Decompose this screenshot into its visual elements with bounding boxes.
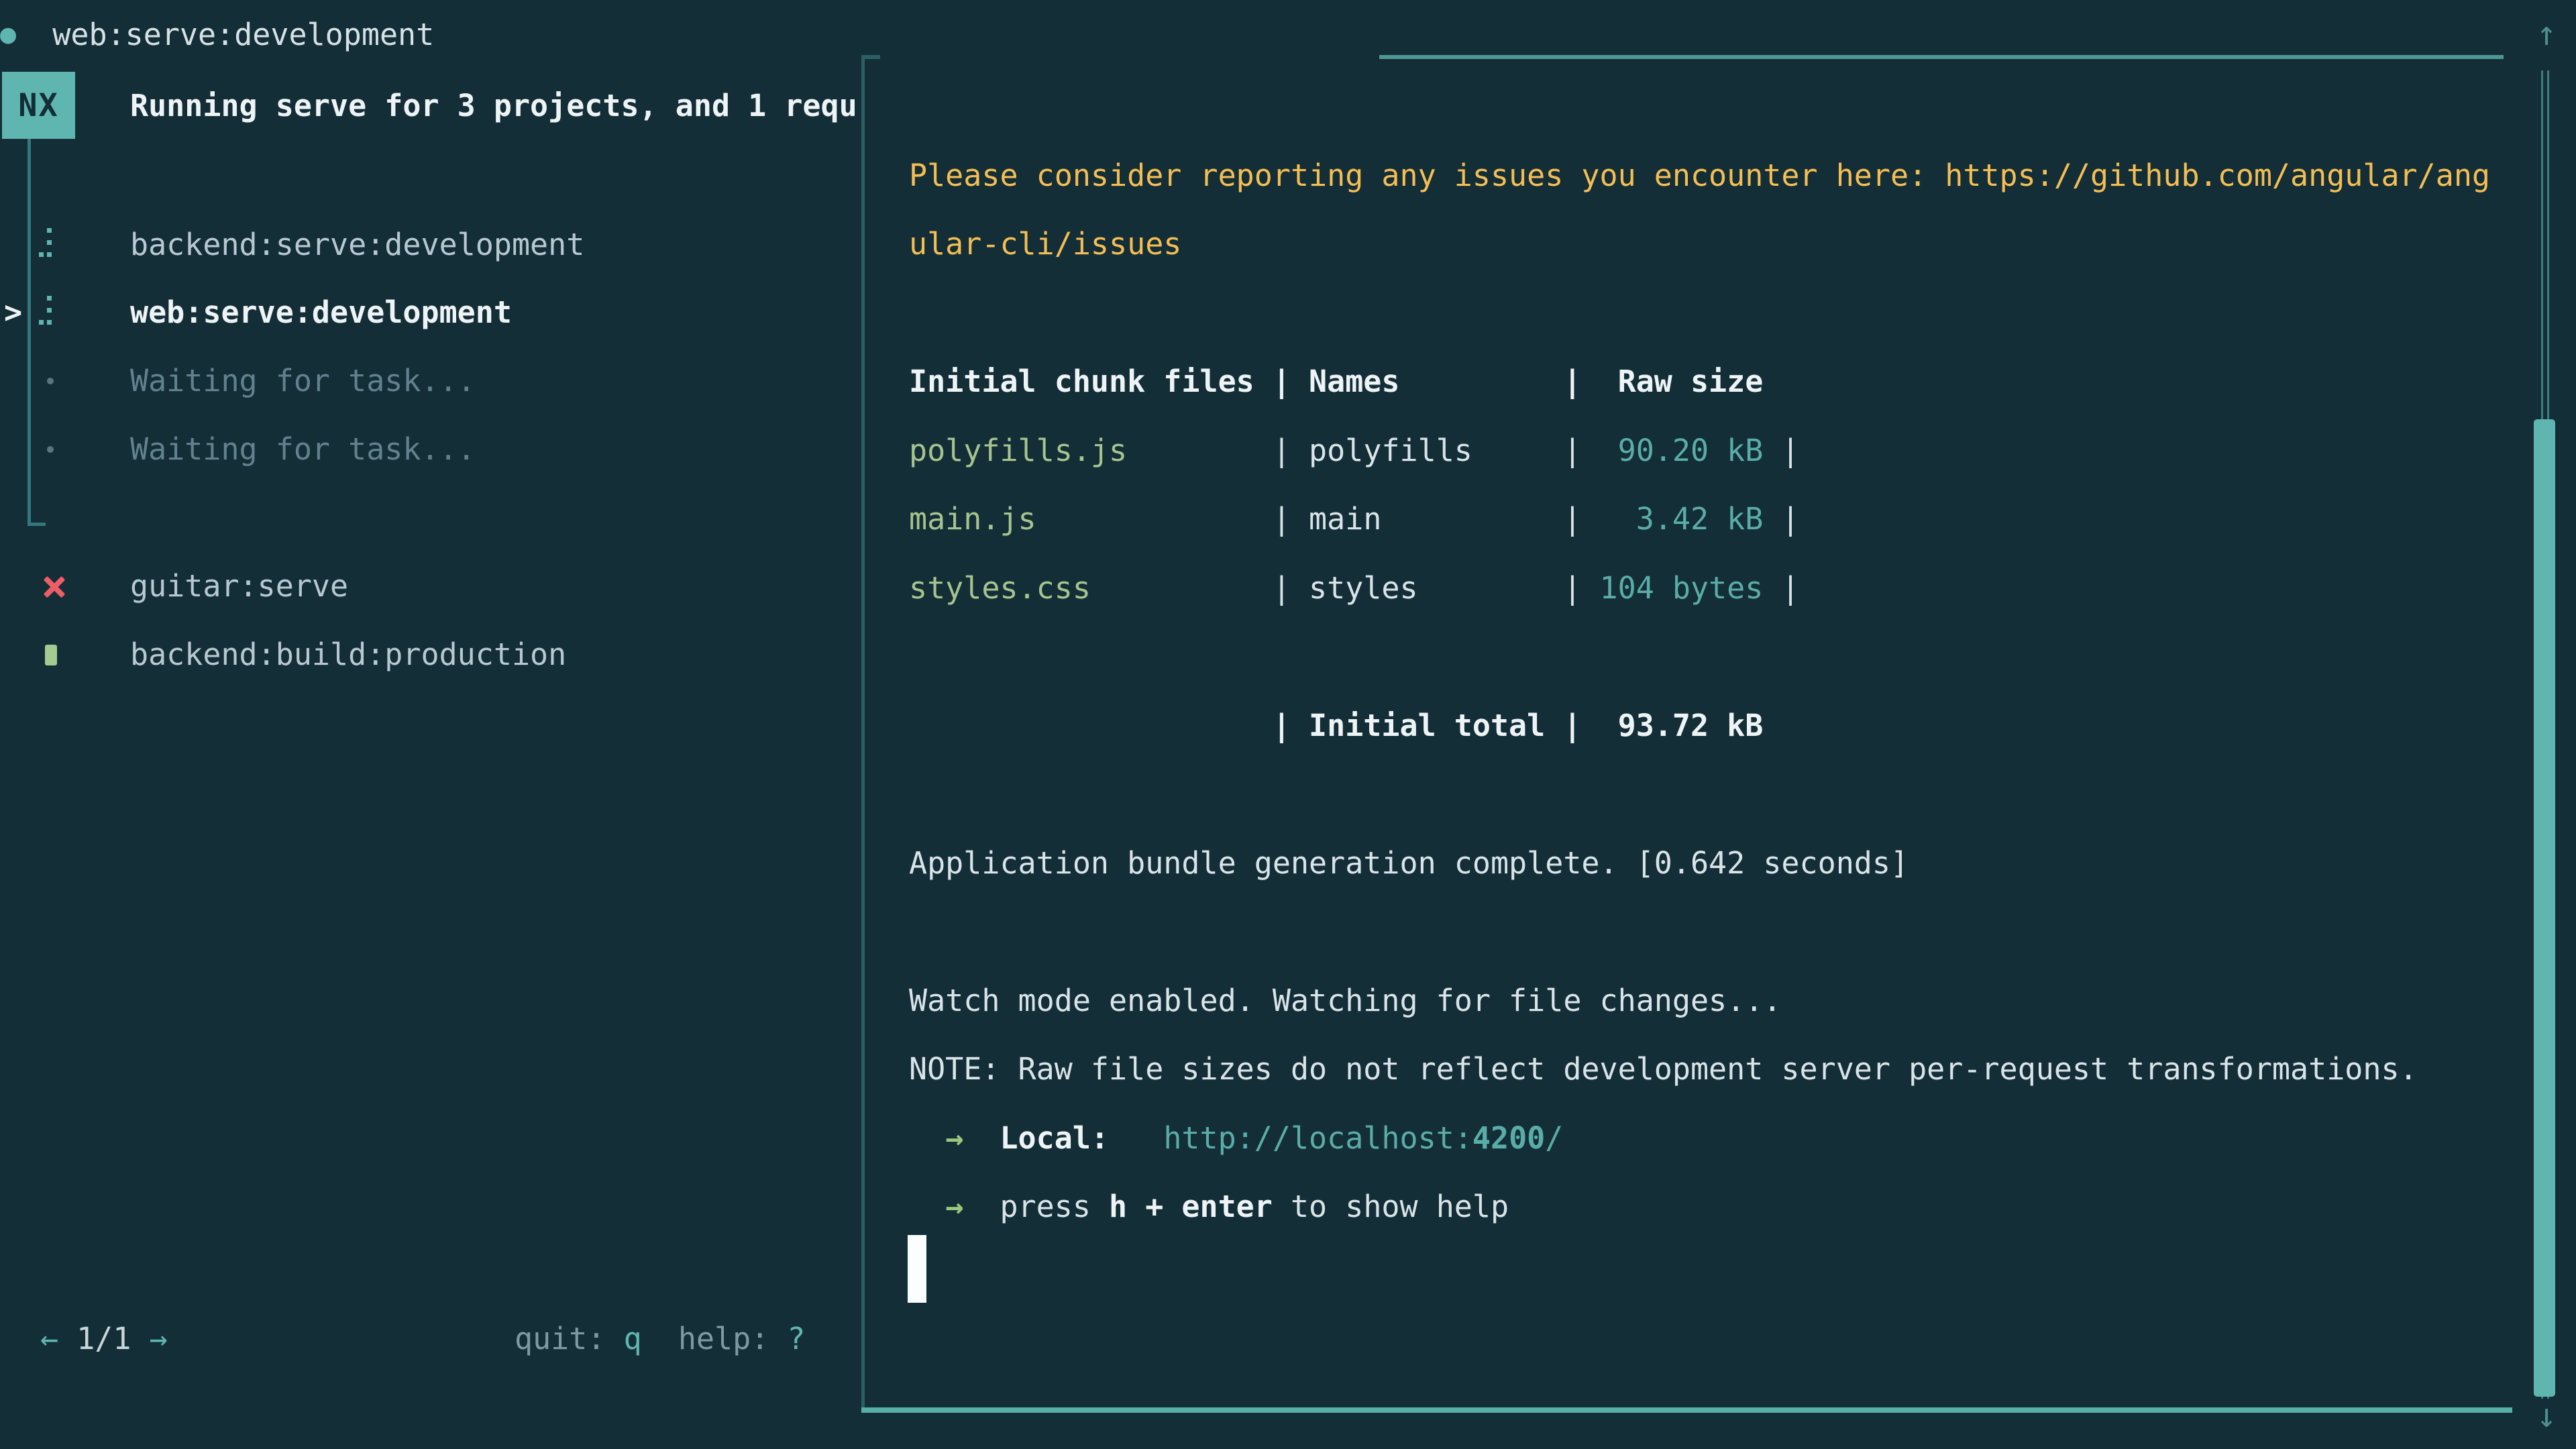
- output-line: Please consider reporting any issues you…: [909, 141, 2490, 209]
- page-indicator-label: 1/1: [76, 1321, 131, 1356]
- output-line: → press h + enter to show help: [909, 1173, 1509, 1241]
- selected-task-chevron-icon: >: [4, 294, 22, 330]
- chunk-file-name: polyfills.js: [909, 433, 1273, 468]
- task-label: Waiting for task...: [130, 363, 476, 398]
- output-text: |: [1273, 433, 1309, 468]
- local-url-port[interactable]: 4200: [1472, 1120, 1545, 1156]
- chunk-raw-size: 104 bytes: [1600, 570, 1764, 606]
- task-label: backend:build:production: [130, 637, 566, 672]
- output-pane-border-left: [861, 55, 865, 1413]
- local-url-slash[interactable]: /: [1545, 1120, 1563, 1156]
- quit-label: quit:: [515, 1321, 605, 1356]
- output-text: |: [1273, 501, 1309, 537]
- chunk-file-name: styles.css: [909, 570, 1273, 606]
- spinner-icon: [39, 292, 66, 332]
- task-label: backend:serve:development: [130, 227, 584, 262]
- page-next-arrow[interactable]: →: [150, 1321, 168, 1356]
- scrollbar-up-arrow-icon[interactable]: ↑: [2526, 13, 2567, 54]
- task-item[interactable]: guitar:serve: [0, 551, 859, 620]
- spinner-icon: [39, 224, 66, 264]
- output-text: Initial chunk files | Names | Raw size: [909, 364, 1763, 399]
- output-text: [909, 1189, 945, 1224]
- scrollbar-thumb[interactable]: [2534, 419, 2555, 1397]
- page-title: Running serve for 3 projects, and 1 requ: [130, 72, 860, 139]
- output-pane-border-top: [1379, 55, 2504, 59]
- scrollbar-down-arrow-icon[interactable]: ↓: [2526, 1395, 2567, 1436]
- output-text: NOTE: Raw file sizes do not reflect deve…: [909, 1051, 2418, 1087]
- output-pane-title: web:serve:development: [52, 17, 434, 52]
- page-indicator: [58, 1321, 76, 1356]
- task-item[interactable]: Waiting for task...: [0, 415, 859, 483]
- waiting-dot-icon: [39, 429, 66, 469]
- output-text: |: [1563, 433, 1599, 468]
- quit-key: q: [624, 1321, 642, 1356]
- chunk-raw-size: 90.20 kB: [1600, 433, 1764, 468]
- task-label: Waiting for task...: [130, 431, 476, 467]
- output-text: Application bundle generation complete. …: [909, 845, 1909, 881]
- chunk-name: polyfills: [1309, 433, 1563, 468]
- output-text: to show help: [1273, 1189, 1509, 1224]
- chunk-name: styles: [1309, 570, 1563, 606]
- failed-cross-icon: [39, 566, 66, 606]
- output-text: |: [1563, 570, 1599, 606]
- output-line: NOTE: Raw file sizes do not reflect deve…: [909, 1035, 2418, 1104]
- chunk-raw-size: 3.42 kB: [1600, 501, 1764, 537]
- output-text: Watch mode enabled. Watching for file ch…: [909, 983, 1781, 1018]
- output-line: Watch mode enabled. Watching for file ch…: [909, 966, 1781, 1034]
- waiting-dot-icon: [39, 360, 66, 400]
- table-row: main.js | main | 3.42 kB |: [909, 485, 1800, 553]
- output-text: |: [1763, 501, 1799, 537]
- table-total-row: | Initial total | 93.72 kB: [909, 691, 1763, 759]
- chunk-name: main: [1309, 501, 1563, 537]
- table-row: polyfills.js | polyfills | 90.20 kB |: [909, 416, 1800, 484]
- task-item[interactable]: Waiting for task...: [0, 346, 859, 415]
- nx-logo: NX: [2, 72, 75, 139]
- output-text: [1109, 1120, 1163, 1156]
- table-header-row: Initial chunk files | Names | Raw size: [909, 347, 1763, 416]
- task-item[interactable]: backend:build:production: [0, 620, 859, 688]
- output-text: |: [1763, 433, 1799, 468]
- output-line: ular-cli/issues: [909, 210, 1181, 278]
- output-line: Application bundle generation complete. …: [909, 828, 1909, 897]
- local-url-link[interactable]: http://localhost:: [1163, 1120, 1472, 1156]
- output-text: h + enter: [1109, 1189, 1273, 1224]
- terminal-cursor: [908, 1235, 926, 1303]
- success-square-icon: [39, 634, 66, 674]
- help-key: ?: [787, 1321, 805, 1356]
- output-text: [909, 1120, 945, 1156]
- output-text: |: [1763, 570, 1799, 606]
- page-prev-arrow[interactable]: ←: [40, 1321, 58, 1356]
- local-arrow-icon: →: [945, 1120, 963, 1156]
- help-arrow-icon: →: [945, 1189, 963, 1224]
- output-text: | Initial total | 93.72 kB: [909, 708, 1763, 743]
- output-text: Local:: [1000, 1120, 1109, 1156]
- pagination: ← 1/1 →: [40, 1304, 168, 1373]
- task-item[interactable]: > web:serve:development: [0, 278, 859, 346]
- output-line: → Local: http://localhost:4200/: [909, 1104, 1563, 1172]
- output-text: press: [963, 1189, 1109, 1224]
- task-item[interactable]: backend:serve:development: [0, 210, 859, 278]
- table-row: styles.css | styles | 104 bytes |: [909, 553, 1800, 622]
- shortcut-bar: quit: q help: ?: [515, 1304, 806, 1373]
- output-pane-border-bottom: [861, 1407, 2512, 1413]
- chunk-file-name: main.js: [909, 501, 1273, 537]
- output-text: [963, 1120, 1000, 1156]
- output-text: ular-cli/issues: [909, 226, 1181, 262]
- task-label: guitar:serve: [130, 568, 348, 604]
- running-status-dot-icon: ●: [0, 19, 16, 50]
- output-text: |: [1273, 570, 1309, 606]
- task-label: web:serve:development: [130, 294, 512, 330]
- help-label: help:: [678, 1321, 769, 1356]
- output-text: Please consider reporting any issues you…: [909, 158, 2490, 193]
- output-text: |: [1563, 501, 1599, 537]
- nx-tui-screen: NX Running serve for 3 projects, and 1 r…: [0, 0, 2576, 1449]
